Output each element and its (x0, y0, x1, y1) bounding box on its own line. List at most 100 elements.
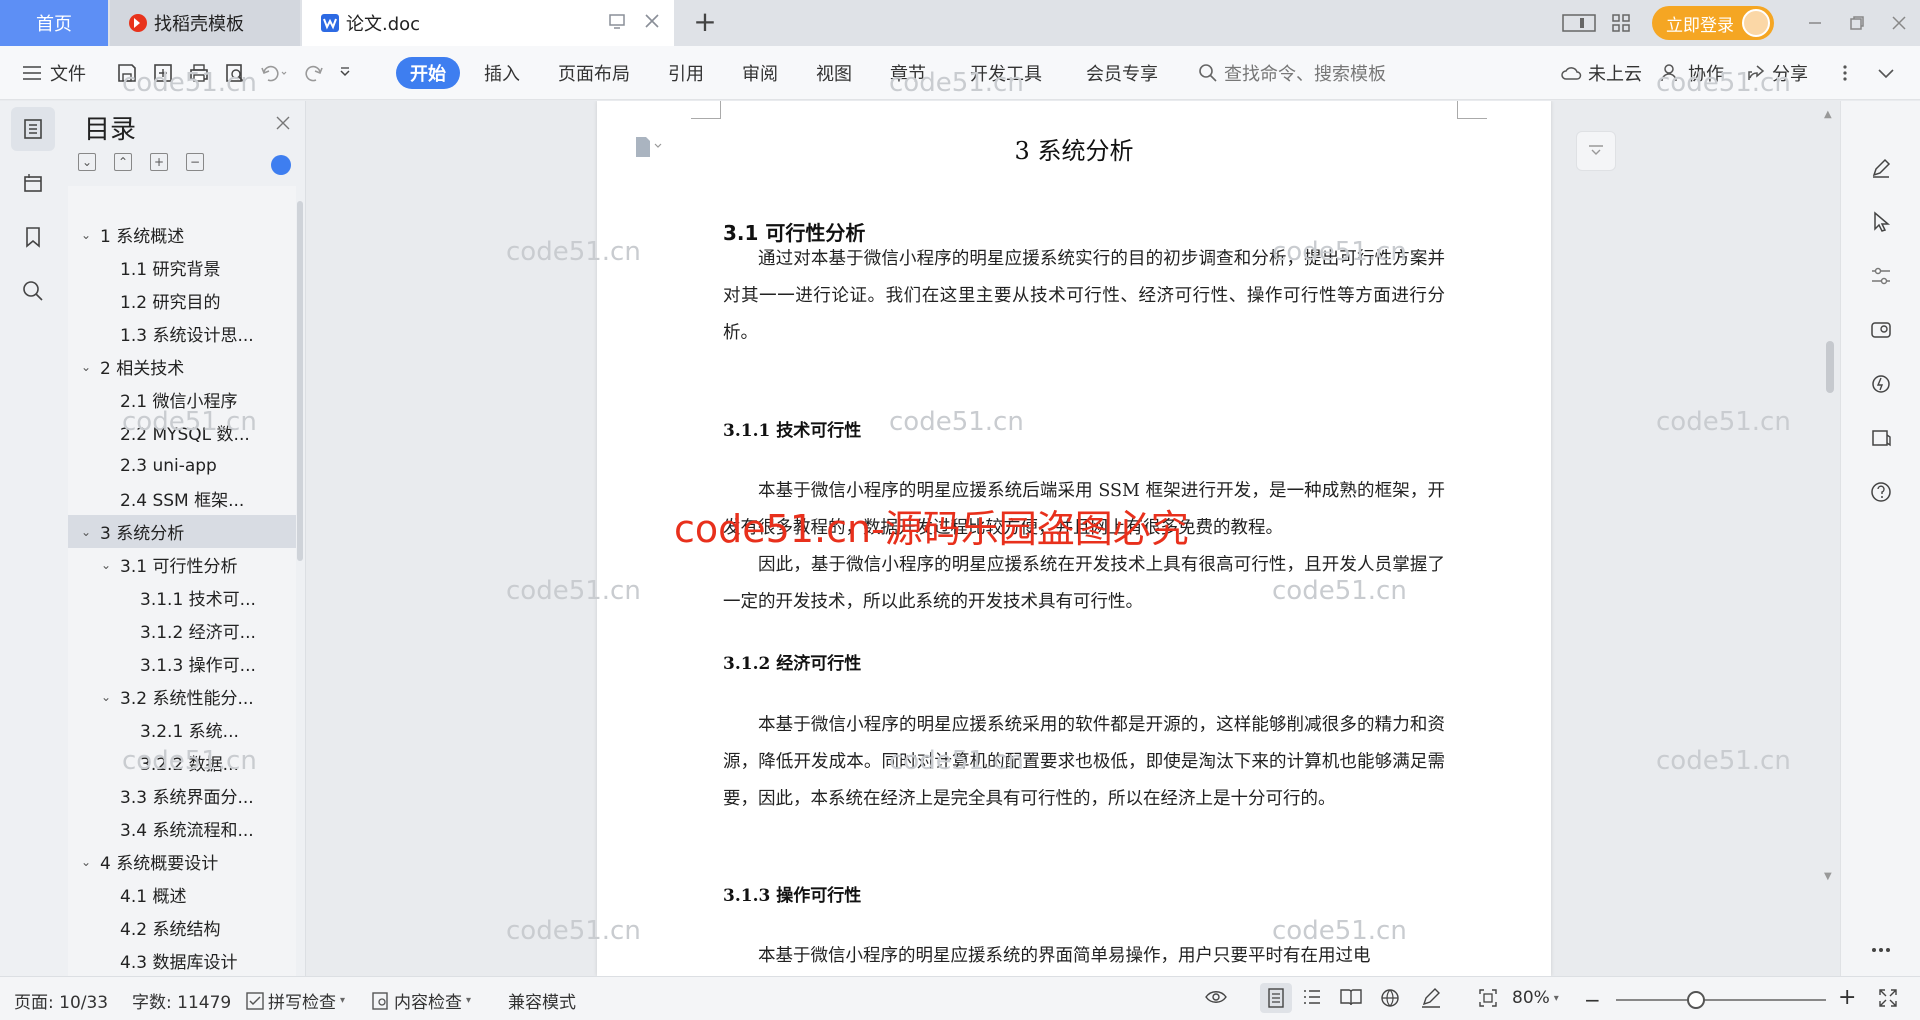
collaborate-button[interactable]: 协作 (1660, 57, 1724, 89)
toc-item[interactable]: 2.4 SSM 框架... (68, 482, 296, 515)
restore-icon[interactable] (1836, 0, 1878, 46)
zoom-slider-knob[interactable] (1687, 991, 1705, 1009)
toc-item[interactable]: ⌄ 1 系统概述 (68, 218, 296, 251)
chevron-down-icon[interactable]: ⌄ (98, 558, 114, 572)
find-button[interactable] (11, 269, 55, 313)
expand-all-icon[interactable]: ⌄ (78, 153, 96, 171)
scroll-top-icon[interactable]: ▲ (1824, 109, 1832, 120)
toc-item[interactable]: 3.2.2 数据... (68, 746, 296, 779)
toc-item[interactable]: 4.3 数据库设计 (68, 944, 296, 976)
word-count[interactable]: 字数: 11479 (132, 988, 231, 1013)
toc-item[interactable]: ⌄ 2 相关技术 (68, 350, 296, 383)
scroll-down-icon[interactable]: ▼ (1824, 871, 1832, 882)
promote-icon[interactable]: + (150, 153, 168, 171)
write-mode-icon[interactable] (1420, 988, 1442, 1008)
toc-item[interactable]: ⌄ 3.1 可行性分析 (68, 548, 296, 581)
minimize-icon[interactable] (1794, 0, 1836, 46)
toc-item[interactable]: 3.1.2 经济可... (68, 614, 296, 647)
close-tab-icon[interactable] (644, 12, 660, 30)
fullscreen-icon[interactable] (1878, 988, 1898, 1008)
zoom-select[interactable]: 80% ▾ (1512, 988, 1559, 1008)
menu-insert[interactable]: 插入 (484, 57, 520, 89)
chevron-down-icon[interactable]: ⌄ (78, 855, 94, 869)
menu-start[interactable]: 开始 (396, 57, 460, 89)
scrollbar-thumb[interactable] (1826, 341, 1834, 393)
more-tools-icon[interactable] (1864, 933, 1898, 967)
toc-scrollbar[interactable] (297, 201, 303, 561)
toc-item[interactable]: 2.1 微信小程序 (68, 383, 296, 416)
theme-icon[interactable] (1864, 367, 1898, 401)
content-check-button[interactable]: 内容检查 ▾ (372, 988, 471, 1013)
save-icon[interactable] (116, 62, 138, 84)
zoom-slider[interactable] (1616, 999, 1826, 1001)
page-view-icon[interactable] (1260, 983, 1292, 1013)
bookmark-button[interactable] (11, 215, 55, 259)
cloud-status-button[interactable]: 未上云 (1560, 57, 1642, 89)
menu-layout[interactable]: 页面布局 (558, 57, 630, 89)
redo-icon[interactable] (302, 62, 324, 84)
reading-icon[interactable] (1864, 421, 1898, 455)
toc-item[interactable]: 3.4 系统流程和... (68, 812, 296, 845)
toc-item[interactable]: 3.1.1 技术可... (68, 581, 296, 614)
chevron-down-icon[interactable]: ⌄ (78, 228, 94, 242)
toc-item[interactable]: 1.3 系统设计思... (68, 317, 296, 350)
apps-grid-icon[interactable] (1600, 0, 1642, 46)
file-menu[interactable]: 文件 (22, 57, 86, 89)
toc-item[interactable]: 2.2 MYSQL 数... (68, 416, 296, 449)
help-icon[interactable] (1864, 475, 1898, 509)
menu-reference[interactable]: 引用 (668, 57, 704, 89)
toc-item[interactable]: ⌄ 4 系统概要设计 (68, 845, 296, 878)
layout-icon[interactable] (1558, 0, 1600, 46)
menu-section[interactable]: 章节 (890, 57, 926, 89)
share-button[interactable]: 分享 (1746, 57, 1808, 89)
toc-item[interactable]: 3.1.3 操作可... (68, 647, 296, 680)
chevron-down-icon[interactable]: ⌄ (78, 525, 94, 539)
toc-sync-icon[interactable] (271, 155, 291, 175)
zoom-out-button[interactable]: − (1584, 988, 1601, 1012)
toc-panel-button[interactable] (11, 107, 55, 151)
menu-member[interactable]: 会员专享 (1086, 57, 1158, 89)
login-button[interactable]: 立即登录 (1652, 6, 1774, 40)
toc-item[interactable]: 2.3 uni-app (68, 449, 296, 482)
page-side-filter-button[interactable] (1576, 131, 1616, 171)
menu-developer[interactable]: 开发工具 (970, 57, 1042, 89)
adjust-icon[interactable] (1864, 259, 1898, 293)
chevron-down-icon[interactable]: ⌄ (98, 690, 114, 704)
toc-item[interactable]: 4.2 系统结构 (68, 911, 296, 944)
pen-icon[interactable] (1864, 151, 1898, 185)
new-tab-button[interactable]: + (690, 8, 720, 38)
eye-protect-icon[interactable] (1204, 988, 1228, 1006)
customize-dropdown-icon[interactable] (338, 66, 352, 80)
zoom-in-button[interactable]: + (1838, 985, 1856, 1010)
read-view-icon[interactable] (1340, 988, 1362, 1006)
navigation-button[interactable] (11, 161, 55, 205)
toc-item[interactable]: 4.1 概述 (68, 878, 296, 911)
collapse-all-icon[interactable]: ⌃ (114, 153, 132, 171)
menu-view[interactable]: 视图 (816, 57, 852, 89)
toc-item[interactable]: 3.2.1 系统... (68, 713, 296, 746)
tab-document[interactable]: 论文.doc (302, 0, 674, 46)
image-tool-icon[interactable] (1864, 313, 1898, 347)
fit-page-icon[interactable] (1478, 988, 1498, 1008)
toc-item[interactable]: ⌄ 3.2 系统性能分... (68, 680, 296, 713)
outline-view-icon[interactable] (1302, 988, 1322, 1006)
collapse-ribbon-icon[interactable] (1876, 57, 1896, 89)
spell-check-button[interactable]: 拼写检查 ▾ (246, 988, 345, 1013)
page-count[interactable]: 页面: 10/33 (14, 988, 108, 1013)
vertical-scrollbar[interactable]: ▲ ▼ (1818, 101, 1840, 976)
tab-home[interactable]: 首页 (0, 0, 108, 46)
print-preview-icon[interactable] (224, 62, 246, 84)
close-icon[interactable] (275, 115, 291, 131)
web-view-icon[interactable] (1380, 988, 1400, 1008)
more-options-icon[interactable] (1842, 57, 1848, 89)
demote-icon[interactable]: − (186, 153, 204, 171)
toc-item[interactable]: 1.2 研究目的 (68, 284, 296, 317)
chevron-down-icon[interactable]: ⌄ (78, 360, 94, 374)
tab-templates[interactable]: 找稻壳模板 (110, 0, 300, 46)
close-window-icon[interactable] (1878, 0, 1920, 46)
toc-item[interactable]: 3.3 系统界面分... (68, 779, 296, 812)
float-window-icon[interactable] (608, 12, 626, 30)
undo-icon[interactable] (260, 62, 288, 84)
toc-item[interactable]: 1.1 研究背景 (68, 251, 296, 284)
toc-item[interactable]: ⌄ 3 系统分析 (68, 515, 296, 548)
